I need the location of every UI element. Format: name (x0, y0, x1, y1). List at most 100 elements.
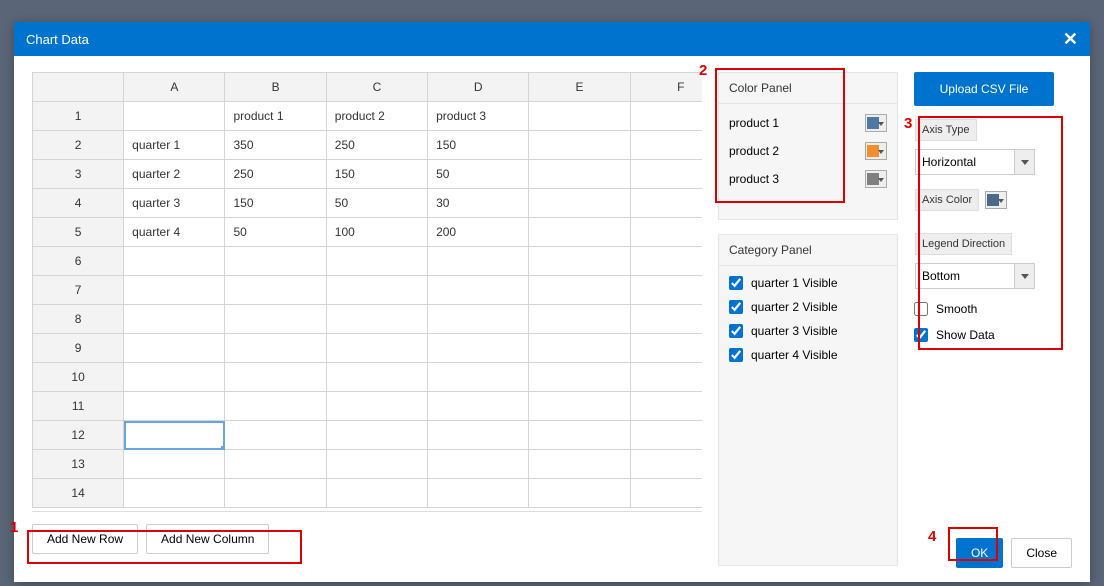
row-header[interactable]: 3 (33, 160, 124, 189)
col-header[interactable]: E (529, 73, 630, 102)
grid-cell[interactable] (326, 450, 427, 479)
col-header[interactable]: F (630, 73, 702, 102)
grid-cell[interactable]: quarter 3 (124, 189, 225, 218)
grid-cell[interactable] (428, 305, 529, 334)
grid-cell[interactable] (529, 131, 630, 160)
grid-cell[interactable] (225, 363, 326, 392)
col-header[interactable]: D (428, 73, 529, 102)
grid-cell[interactable] (326, 363, 427, 392)
row-header[interactable]: 8 (33, 305, 124, 334)
ok-button[interactable]: OK (956, 538, 1003, 568)
grid-cell[interactable] (529, 247, 630, 276)
grid-cell[interactable]: 30 (428, 189, 529, 218)
grid-cell[interactable] (529, 305, 630, 334)
grid-cell[interactable] (225, 421, 326, 450)
grid-cell[interactable] (124, 421, 225, 450)
grid-cell[interactable] (428, 334, 529, 363)
grid-cell[interactable] (529, 276, 630, 305)
legend-direction-select[interactable]: Bottom (915, 263, 1035, 289)
category-visible-checkbox[interactable] (729, 300, 743, 314)
grid-cell[interactable] (529, 189, 630, 218)
grid-cell[interactable]: 350 (225, 131, 326, 160)
grid-cell[interactable] (326, 276, 427, 305)
grid-cell[interactable] (225, 392, 326, 421)
grid-cell[interactable] (225, 305, 326, 334)
grid-cell[interactable]: 250 (225, 160, 326, 189)
grid-cell[interactable]: product 3 (428, 102, 529, 131)
category-visible-checkbox[interactable] (729, 276, 743, 290)
row-header[interactable]: 9 (33, 334, 124, 363)
grid-cell[interactable] (630, 160, 702, 189)
grid-cell[interactable] (225, 479, 326, 508)
grid-cell[interactable]: 100 (326, 218, 427, 247)
grid-cell[interactable] (124, 392, 225, 421)
col-header[interactable]: C (326, 73, 427, 102)
grid-cell[interactable] (630, 392, 702, 421)
grid-cell[interactable] (124, 450, 225, 479)
row-header[interactable]: 2 (33, 131, 124, 160)
show-data-checkbox[interactable] (914, 328, 928, 342)
grid-cell[interactable] (428, 247, 529, 276)
grid-cell[interactable] (124, 102, 225, 131)
grid-cell[interactable]: 50 (326, 189, 427, 218)
grid-cell[interactable] (428, 363, 529, 392)
grid-cell[interactable] (428, 392, 529, 421)
col-header[interactable]: B (225, 73, 326, 102)
row-header[interactable]: 14 (33, 479, 124, 508)
col-header[interactable]: A (124, 73, 225, 102)
axis-color-picker[interactable] (985, 191, 1007, 209)
cell-fill-handle[interactable] (221, 446, 225, 450)
grid-cell[interactable]: 150 (326, 160, 427, 189)
add-row-button[interactable]: Add New Row (32, 524, 138, 554)
axis-type-select[interactable]: Horizontal (915, 149, 1035, 175)
grid-cell[interactable] (630, 218, 702, 247)
data-grid[interactable]: ABCDEF 1product 1product 2product 32quar… (32, 72, 702, 508)
grid-cell[interactable] (225, 247, 326, 276)
grid-cell[interactable] (428, 479, 529, 508)
grid-cell[interactable]: quarter 2 (124, 160, 225, 189)
grid-cell[interactable] (630, 334, 702, 363)
color-picker[interactable] (865, 114, 887, 132)
grid-cell[interactable]: 150 (225, 189, 326, 218)
row-header[interactable]: 10 (33, 363, 124, 392)
grid-cell[interactable] (428, 421, 529, 450)
grid-cell[interactable] (326, 334, 427, 363)
grid-cell[interactable] (529, 479, 630, 508)
grid-cell[interactable]: 200 (428, 218, 529, 247)
grid-cell[interactable] (529, 363, 630, 392)
grid-cell[interactable] (428, 276, 529, 305)
grid-cell[interactable] (529, 218, 630, 247)
grid-cell[interactable]: quarter 1 (124, 131, 225, 160)
grid-cell[interactable] (326, 421, 427, 450)
grid-cell[interactable] (124, 305, 225, 334)
add-column-button[interactable]: Add New Column (146, 524, 269, 554)
grid-cell[interactable] (529, 102, 630, 131)
grid-cell[interactable] (326, 247, 427, 276)
color-picker[interactable] (865, 170, 887, 188)
close-icon[interactable]: ✕ (1063, 29, 1078, 50)
row-header[interactable]: 12 (33, 421, 124, 450)
category-visible-checkbox[interactable] (729, 348, 743, 362)
grid-cell[interactable] (124, 479, 225, 508)
grid-cell[interactable] (326, 305, 427, 334)
grid-cell[interactable] (529, 160, 630, 189)
grid-cell[interactable] (630, 131, 702, 160)
smooth-checkbox[interactable] (914, 302, 928, 316)
grid-cell[interactable] (630, 305, 702, 334)
upload-csv-button[interactable]: Upload CSV File (914, 72, 1054, 106)
grid-cell[interactable] (529, 450, 630, 479)
grid-cell[interactable]: 150 (428, 131, 529, 160)
color-picker[interactable] (865, 142, 887, 160)
close-button[interactable]: Close (1011, 538, 1072, 568)
grid-cell[interactable] (630, 479, 702, 508)
grid-cell[interactable] (630, 247, 702, 276)
grid-cell[interactable] (124, 363, 225, 392)
grid-cell[interactable] (124, 276, 225, 305)
grid-cell[interactable]: product 2 (326, 102, 427, 131)
grid-cell[interactable] (225, 450, 326, 479)
grid-cell[interactable] (630, 421, 702, 450)
grid-cell[interactable]: quarter 4 (124, 218, 225, 247)
row-header[interactable]: 7 (33, 276, 124, 305)
grid-cell[interactable] (630, 276, 702, 305)
grid-cell[interactable] (326, 392, 427, 421)
